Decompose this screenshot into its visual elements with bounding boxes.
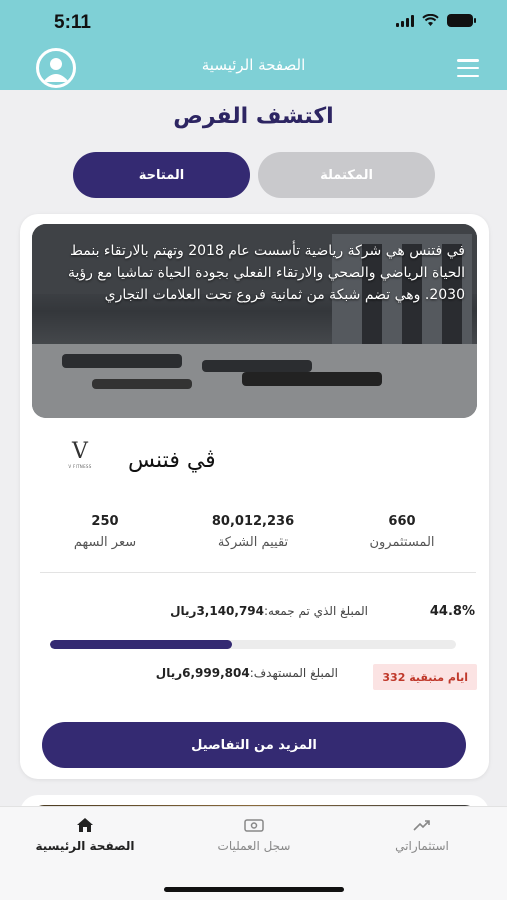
tab-completed[interactable]: المكتملة [258, 152, 435, 198]
investments-icon [413, 820, 430, 831]
bottom-nav: الصفحة الرئيسية سجل العمليات استثماراتي [0, 806, 507, 900]
raised-label: المبلغ الذي تم جمعه: [264, 604, 368, 618]
company-logo-caption: V FITNESS [68, 464, 92, 469]
status-bar: 5:11 [0, 0, 507, 44]
nav-transactions-label: سجل العمليات [217, 839, 291, 853]
battery-icon [447, 14, 476, 27]
nav-investments-label: استثماراتي [395, 839, 449, 853]
transactions-icon [244, 819, 264, 832]
signal-icon [396, 14, 414, 27]
funding-progress-bar [50, 640, 456, 649]
funding-percent: 44.8% [429, 604, 475, 619]
status-icons [396, 14, 476, 27]
nav-investments[interactable]: استثماراتي [342, 817, 502, 853]
company-name: ڤي فتنس [128, 448, 216, 473]
divider [40, 572, 476, 573]
investors-label: المستثمرون [369, 535, 435, 550]
home-icon [77, 818, 93, 832]
home-indicator [164, 887, 344, 892]
valuation-value: 80,012,236 [211, 514, 295, 529]
status-time: 5:11 [54, 12, 91, 33]
company-logo-letter: V [72, 439, 88, 464]
raised-value: 3,140,794ريال [170, 604, 265, 618]
investors-count: 660 [388, 514, 416, 529]
header-title: الصفحة الرئيسية [201, 56, 306, 74]
nav-home-label: الصفحة الرئيسية [35, 839, 135, 853]
menu-icon[interactable] [457, 59, 479, 77]
wifi-icon [422, 14, 439, 26]
more-details-button[interactable]: المزيد من التفاصيل [42, 722, 466, 768]
company-header: V V FITNESS ڤي فتنس [20, 436, 489, 496]
days-left-badge: 332 ايام متبقية [373, 664, 477, 690]
valuation-label: تقييم الشركة [217, 535, 289, 550]
target-label: المبلغ المستهدف: [249, 666, 338, 680]
target-amount: المبلغ المستهدف:6,999,804ريال [156, 666, 338, 680]
opportunity-description: في فتنس هي شركة رياضية تأسست عام 2018 وت… [67, 243, 465, 303]
opportunity-card: في فتنس هي شركة رياضية تأسست عام 2018 وت… [20, 214, 489, 779]
nav-transactions[interactable]: سجل العمليات [174, 817, 334, 853]
share-price-value: 250 [91, 514, 119, 529]
opportunity-image: في فتنس هي شركة رياضية تأسست عام 2018 وت… [32, 224, 477, 418]
page-title: اكتشف الفرص [173, 104, 334, 129]
raised-amount: المبلغ الذي تم جمعه:3,140,794ريال [170, 604, 368, 618]
app-header: الصفحة الرئيسية [0, 44, 507, 90]
nav-home[interactable]: الصفحة الرئيسية [5, 817, 165, 853]
company-logo: V V FITNESS [58, 440, 102, 480]
funding-progress-fill [50, 640, 232, 649]
share-price-label: سعر السهم [73, 535, 137, 550]
target-value: 6,999,804ريال [155, 666, 250, 680]
tab-available[interactable]: المتاحة [73, 152, 250, 198]
